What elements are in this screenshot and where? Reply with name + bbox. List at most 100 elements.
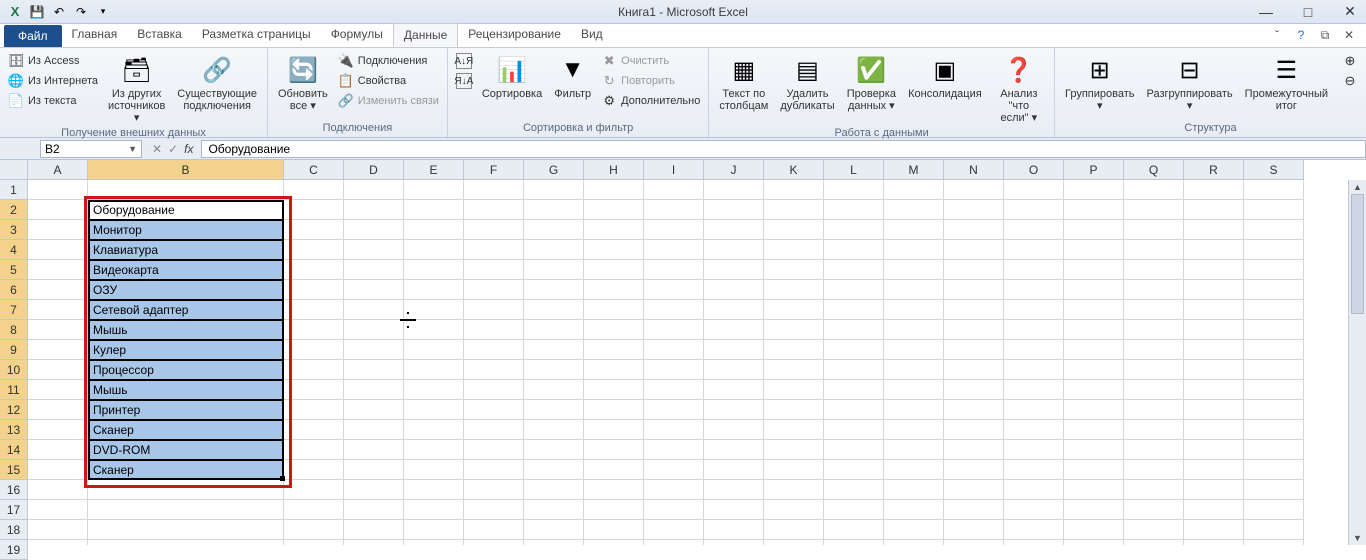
cell[interactable] [1004, 500, 1064, 520]
cell[interactable] [644, 340, 704, 360]
cell[interactable] [404, 240, 464, 260]
cell[interactable] [824, 180, 884, 200]
cell[interactable] [28, 320, 88, 340]
cell[interactable] [1064, 320, 1124, 340]
cell[interactable] [284, 220, 344, 240]
cell[interactable]: Сетевой адаптер [88, 300, 284, 320]
row-header[interactable]: 3 [0, 220, 28, 240]
cell[interactable] [1244, 260, 1304, 280]
cell[interactable] [464, 480, 524, 500]
cell[interactable] [764, 360, 824, 380]
cell[interactable] [28, 240, 88, 260]
cell[interactable] [284, 480, 344, 500]
cell[interactable] [464, 320, 524, 340]
cell[interactable] [704, 360, 764, 380]
cell[interactable] [884, 460, 944, 480]
row-header[interactable]: 9 [0, 340, 28, 360]
fx-icon[interactable]: fx [184, 142, 193, 156]
cell[interactable] [404, 320, 464, 340]
cell[interactable] [884, 420, 944, 440]
cell[interactable] [884, 540, 944, 545]
cell[interactable]: Мышь [88, 380, 284, 400]
formula-input[interactable]: Оборудование [201, 140, 1366, 158]
cell[interactable] [524, 380, 584, 400]
cell[interactable] [704, 460, 764, 480]
window-restore-icon[interactable]: ⧉ [1316, 26, 1334, 44]
column-header[interactable]: D [344, 160, 404, 180]
cell[interactable] [28, 280, 88, 300]
cell[interactable] [464, 460, 524, 480]
reapply-button[interactable]: ↻Повторить [599, 72, 702, 90]
cell[interactable] [524, 320, 584, 340]
cell[interactable] [284, 340, 344, 360]
column-header[interactable]: B [88, 160, 284, 180]
doc-close-icon[interactable]: ✕ [1340, 26, 1358, 44]
ribbon-tab-разметка страницы[interactable]: Разметка страницы [192, 23, 321, 47]
cell[interactable] [464, 280, 524, 300]
cell[interactable] [1184, 300, 1244, 320]
cell[interactable] [764, 400, 824, 420]
cell[interactable] [404, 520, 464, 540]
cell[interactable] [1064, 340, 1124, 360]
help-icon[interactable]: ? [1292, 26, 1310, 44]
ribbon-tab-данные[interactable]: Данные [393, 23, 458, 47]
cell[interactable] [584, 220, 644, 240]
cell[interactable] [284, 520, 344, 540]
select-all-corner[interactable] [0, 160, 28, 180]
cell[interactable] [1004, 540, 1064, 545]
cell[interactable] [704, 220, 764, 240]
cell[interactable] [704, 320, 764, 340]
cell[interactable]: Оборудование [88, 200, 284, 220]
cell[interactable]: Мышь [88, 320, 284, 340]
cell[interactable] [884, 240, 944, 260]
cell[interactable]: Клавиатура [88, 240, 284, 260]
cell[interactable] [824, 480, 884, 500]
cell[interactable] [404, 440, 464, 460]
cell[interactable] [1004, 240, 1064, 260]
cell[interactable] [344, 280, 404, 300]
cell[interactable] [404, 480, 464, 500]
cell[interactable] [28, 400, 88, 420]
vertical-scrollbar[interactable]: ▲ ▼ [1348, 180, 1366, 545]
cell[interactable] [584, 180, 644, 200]
cell[interactable] [884, 260, 944, 280]
cell[interactable] [1124, 400, 1184, 420]
cell[interactable] [704, 500, 764, 520]
cell[interactable] [344, 240, 404, 260]
row-header[interactable]: 15 [0, 460, 28, 480]
cell[interactable] [1124, 220, 1184, 240]
cell[interactable] [644, 180, 704, 200]
row-header[interactable]: 6 [0, 280, 28, 300]
ribbon-tab-главная[interactable]: Главная [62, 23, 128, 47]
column-header[interactable]: F [464, 160, 524, 180]
cell[interactable] [944, 320, 1004, 340]
cell[interactable] [944, 200, 1004, 220]
cell[interactable] [524, 540, 584, 545]
cell[interactable] [464, 500, 524, 520]
cell[interactable]: Процессор [88, 360, 284, 380]
cell[interactable] [584, 360, 644, 380]
cell[interactable] [764, 200, 824, 220]
cell[interactable] [344, 460, 404, 480]
column-header[interactable]: C [284, 160, 344, 180]
cell[interactable] [464, 360, 524, 380]
cell[interactable] [764, 540, 824, 545]
cell[interactable] [1004, 380, 1064, 400]
cell[interactable] [284, 180, 344, 200]
cell[interactable] [1064, 380, 1124, 400]
cell[interactable] [1004, 180, 1064, 200]
column-header[interactable]: Q [1124, 160, 1184, 180]
cell[interactable] [524, 400, 584, 420]
cell[interactable] [1124, 480, 1184, 500]
cell[interactable]: Кулер [88, 340, 284, 360]
cell[interactable] [1184, 480, 1244, 500]
cell[interactable] [704, 240, 764, 260]
cell[interactable]: Монитор [88, 220, 284, 240]
cell[interactable] [944, 180, 1004, 200]
edit-links-button[interactable]: 🔗Изменить связи [336, 92, 441, 110]
cell[interactable] [88, 480, 284, 500]
cell[interactable] [464, 340, 524, 360]
cell[interactable] [464, 540, 524, 545]
column-header[interactable]: R [1184, 160, 1244, 180]
cell[interactable] [1244, 480, 1304, 500]
